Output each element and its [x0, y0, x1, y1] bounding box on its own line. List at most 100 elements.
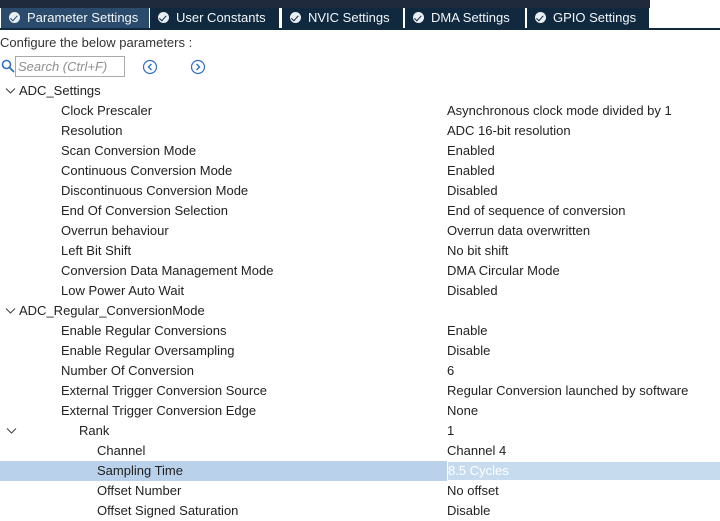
- tree-row-offset-number[interactable]: Offset Number No offset: [0, 481, 720, 501]
- property-name-cell: Clock Prescaler: [0, 101, 447, 121]
- property-name-cell: End Of Conversion Selection: [0, 201, 447, 221]
- search-toolbar: [0, 56, 720, 78]
- property-name: Enable Regular Conversions: [61, 323, 227, 338]
- tree-row-channel[interactable]: Channel Channel 4: [0, 441, 720, 461]
- tree-row-enable-regular-oversampling[interactable]: Enable Regular Oversampling Disable: [0, 341, 720, 361]
- tab-gpio-settings[interactable]: GPIO Settings: [527, 8, 649, 28]
- property-name-cell: Offset Signed Saturation: [0, 501, 447, 521]
- tree-row-overrun-behaviour[interactable]: Overrun behaviour Overrun data overwritte…: [0, 221, 720, 241]
- tree-row-external-trigger-conversion-edge[interactable]: External Trigger Conversion Edge None: [0, 401, 720, 421]
- tree-row-sampling-time[interactable]: Sampling Time 8.5 Cycles: [0, 461, 720, 481]
- tab-bar-divider: [0, 28, 720, 30]
- property-name: Enable Regular Oversampling: [61, 343, 235, 358]
- property-value-cell: 6: [447, 361, 720, 381]
- property-name: Low Power Auto Wait: [61, 283, 185, 298]
- parameter-tree: ADC_Settings Clock Prescaler Asynchronous …: [0, 81, 720, 521]
- tab-label: NVIC Settings: [308, 10, 390, 25]
- property-value: Enabled: [447, 143, 495, 158]
- check-circle-icon: [535, 12, 546, 23]
- tree-row-clock-prescaler[interactable]: Clock Prescaler Asynchronous clock mode d…: [0, 101, 720, 121]
- tree-row-end-of-conversion-selection[interactable]: End Of Conversion Selection End of sequen…: [0, 201, 720, 221]
- property-value: Disabled: [447, 183, 498, 198]
- property-value: 6: [447, 363, 455, 378]
- tab-strip-edge: [0, 0, 650, 8]
- search-input[interactable]: [15, 56, 125, 77]
- tree-group-adc-regular-conversionmode[interactable]: ADC_Regular_ConversionMode: [0, 301, 720, 321]
- property-name-cell: Resolution: [0, 121, 447, 141]
- check-circle-icon: [158, 12, 169, 23]
- tree-row-scan-conversion-mode[interactable]: Scan Conversion Mode Enabled: [0, 141, 720, 161]
- property-name-cell: Enable Regular Oversampling: [0, 341, 447, 361]
- tree-row-enable-regular-conversions[interactable]: Enable Regular Conversions Enable: [0, 321, 720, 341]
- property-name-cell: Conversion Data Management Mode: [0, 261, 447, 281]
- tab-dma-settings[interactable]: DMA Settings: [405, 8, 525, 28]
- property-value-cell: 8.5 Cycles: [447, 461, 720, 481]
- property-name: Clock Prescaler: [61, 103, 153, 118]
- property-value-cell: 1: [447, 421, 720, 441]
- tree-row-continuous-conversion-mode[interactable]: Continuous Conversion Mode Enabled: [0, 161, 720, 181]
- property-name: Conversion Data Management Mode: [61, 263, 274, 278]
- tree-row-external-trigger-conversion-source[interactable]: External Trigger Conversion Source Regula…: [0, 381, 720, 401]
- property-name-cell: External Trigger Conversion Edge: [0, 401, 447, 421]
- tab-bar: Parameter Settings User Constants NVIC Set…: [0, 0, 720, 30]
- search-icon[interactable]: [1, 59, 15, 73]
- configure-label: Configure the below parameters :: [0, 35, 193, 50]
- tree-row-conversion-data-management-mode[interactable]: Conversion Data Management Mode DMA Circu…: [0, 261, 720, 281]
- property-name: End Of Conversion Selection: [61, 203, 228, 218]
- tree-group-rank[interactable]: Rank 1: [0, 421, 720, 441]
- property-value: 8.5 Cycles: [448, 463, 509, 478]
- property-name: Resolution: [61, 123, 123, 138]
- tab-nvic-settings[interactable]: NVIC Settings: [282, 8, 403, 28]
- property-value: Overrun data overwritten: [447, 223, 591, 238]
- property-value-cell: Enable: [447, 321, 720, 341]
- tab-user-constants[interactable]: User Constants: [150, 8, 279, 28]
- property-value-cell: Disabled: [447, 181, 720, 201]
- property-name: Continuous Conversion Mode: [61, 163, 233, 178]
- property-value: Asynchronous clock mode divided by 1: [447, 103, 672, 118]
- property-name-cell: Low Power Auto Wait: [0, 281, 447, 301]
- tree-row-offset-signed-saturation[interactable]: Offset Signed Saturation Disable: [0, 501, 720, 521]
- chevron-left-circle-icon[interactable]: [142, 59, 158, 75]
- property-value-cell: No bit shift: [447, 241, 720, 261]
- tree-row-discontinuous-conversion-mode[interactable]: Discontinuous Conversion Mode Disabled: [0, 181, 720, 201]
- property-value: Disable: [447, 343, 491, 358]
- tab-label: Parameter Settings: [27, 10, 139, 25]
- property-name: Offset Number: [97, 483, 182, 498]
- property-value-cell: DMA Circular Mode: [447, 261, 720, 281]
- check-circle-icon: [413, 12, 424, 23]
- tree-row-left-bit-shift[interactable]: Left Bit Shift No bit shift: [0, 241, 720, 261]
- tree-row-resolution[interactable]: Resolution ADC 16-bit resolution: [0, 121, 720, 141]
- property-value: Enable: [447, 323, 488, 338]
- property-name: ADC_Regular_ConversionMode: [19, 303, 205, 318]
- property-name: Scan Conversion Mode: [61, 143, 197, 158]
- tab-label: User Constants: [176, 10, 266, 25]
- property-name-cell: Discontinuous Conversion Mode: [0, 181, 447, 201]
- tree-group-adc-settings[interactable]: ADC_Settings: [0, 81, 720, 101]
- property-value: Disable: [447, 503, 491, 518]
- property-name-cell: ADC_Regular_ConversionMode: [0, 301, 447, 321]
- property-name: Overrun behaviour: [61, 223, 169, 238]
- tree-row-number-of-conversion[interactable]: Number Of Conversion 6: [0, 361, 720, 381]
- property-name-cell: Channel: [0, 441, 447, 461]
- property-value-cell: Disable: [447, 341, 720, 361]
- check-circle-icon: [9, 12, 20, 23]
- property-value-cell: Disable: [447, 501, 720, 521]
- property-value-cell: No offset: [447, 481, 720, 501]
- property-value: No bit shift: [447, 243, 509, 258]
- tree-row-low-power-auto-wait[interactable]: Low Power Auto Wait Disabled: [0, 281, 720, 301]
- chevron-right-circle-icon[interactable]: [190, 59, 206, 75]
- property-value-cell: Enabled: [447, 161, 720, 181]
- property-name: Left Bit Shift: [61, 243, 132, 258]
- property-name-cell: External Trigger Conversion Source: [0, 381, 447, 401]
- property-value: None: [447, 403, 479, 418]
- property-name: Sampling Time: [97, 463, 183, 478]
- property-value: End of sequence of conversion: [447, 203, 626, 218]
- property-name: Discontinuous Conversion Mode: [61, 183, 249, 198]
- tab-label: GPIO Settings: [553, 10, 637, 25]
- property-value-cell: Disabled: [447, 281, 720, 301]
- property-value-cell: [447, 301, 720, 321]
- tab-parameter-settings[interactable]: Parameter Settings: [1, 8, 149, 28]
- property-value: ADC 16-bit resolution: [447, 123, 571, 138]
- property-value: Enabled: [447, 163, 495, 178]
- property-name: Rank: [79, 423, 110, 438]
